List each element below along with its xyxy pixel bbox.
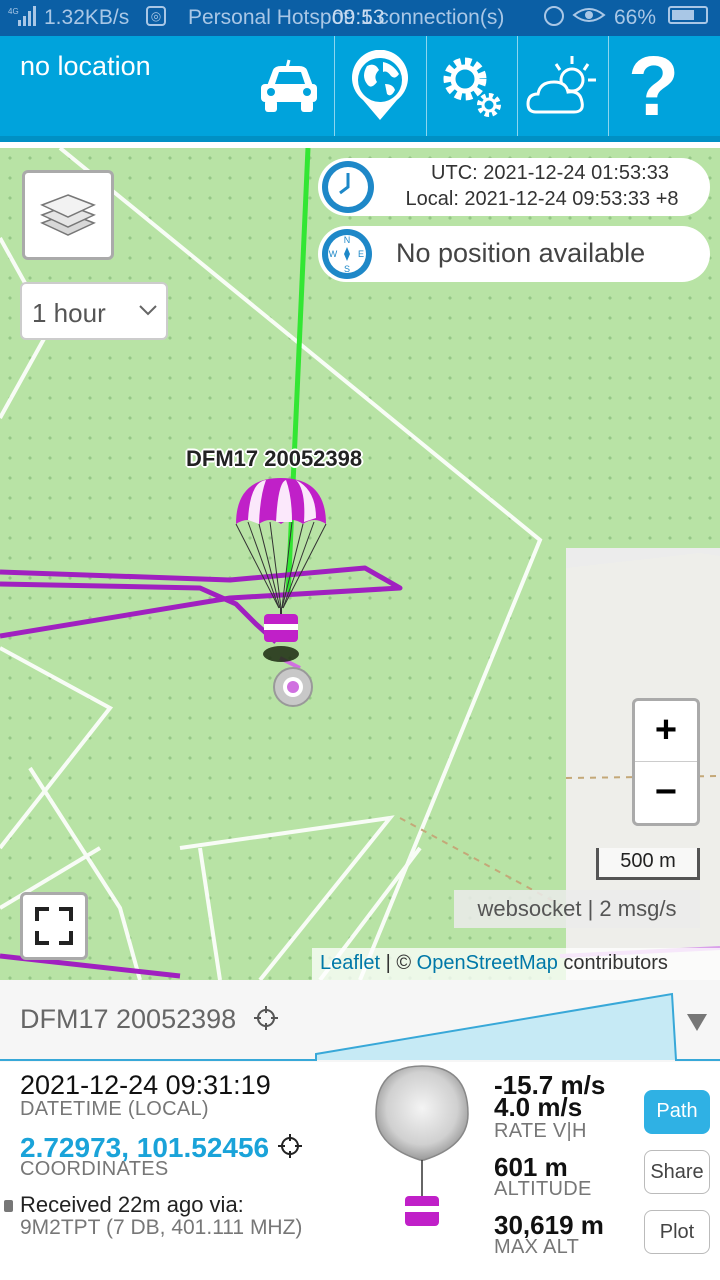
clock-panel: UTC: 2021-12-24 01:53:33 Local: 2021-12-… bbox=[318, 158, 710, 216]
car-icon bbox=[261, 59, 317, 112]
help-button[interactable]: ? bbox=[608, 36, 698, 136]
receiver-details: 9M2TPT (7 DB, 401.111 MHZ) bbox=[20, 1216, 303, 1239]
crosshair-icon[interactable] bbox=[254, 1006, 278, 1030]
altitude-label: ALTITUDE bbox=[494, 1178, 592, 1200]
chevron-down-icon bbox=[139, 305, 157, 316]
compass-icon: N S W E bbox=[322, 229, 372, 279]
app-header: no location ? bbox=[0, 36, 720, 142]
chase-car-button[interactable] bbox=[244, 36, 334, 136]
location-status[interactable]: no location bbox=[20, 50, 170, 82]
layers-icon bbox=[40, 194, 96, 236]
layers-button[interactable] bbox=[22, 170, 114, 260]
attribution-suffix: contributors bbox=[557, 952, 668, 974]
sonde-name: DFM17 20052398 bbox=[20, 1004, 237, 1034]
weather-icon bbox=[525, 56, 596, 114]
parachute-marker-icon[interactable] bbox=[226, 476, 336, 666]
clock-icon bbox=[322, 161, 374, 213]
eye-icon bbox=[572, 8, 606, 22]
svg-text:W: W bbox=[329, 249, 338, 259]
battery-percent: 66% bbox=[614, 6, 657, 29]
sonde-details: 2021-12-24 09:31:19 DATETIME (LOCAL) 2.7… bbox=[0, 1062, 720, 1280]
coordinates-label: COORDINATES bbox=[20, 1158, 169, 1180]
osm-link[interactable]: OpenStreetMap bbox=[417, 952, 558, 974]
svg-text:N: N bbox=[344, 235, 351, 245]
clock-time: 09:53 bbox=[332, 6, 385, 29]
fullscreen-icon bbox=[35, 907, 73, 945]
utc-time: UTC: 2021-12-24 01:53:33 bbox=[431, 162, 669, 184]
local-time: Local: 2021-12-24 09:53:33 +8 bbox=[405, 188, 679, 210]
alarm-icon bbox=[544, 6, 564, 26]
globe-pin-icon bbox=[351, 50, 408, 120]
vpn-icon: ◎ bbox=[146, 6, 166, 26]
plot-button[interactable]: Plot bbox=[644, 1210, 710, 1254]
collapse-triangle-icon[interactable] bbox=[686, 1012, 708, 1032]
battery-icon bbox=[668, 6, 708, 24]
map-scale: 500 m bbox=[596, 848, 700, 880]
question-icon: ? bbox=[627, 38, 680, 133]
sonde-marker-label: DFM17 20052398 bbox=[186, 446, 363, 471]
gear-icon bbox=[443, 57, 501, 117]
position-panel: N S W E No position available bbox=[318, 226, 710, 282]
fullscreen-button[interactable] bbox=[20, 892, 88, 960]
max-altitude-label: MAX ALT bbox=[494, 1236, 580, 1258]
crosshair-icon[interactable] bbox=[278, 1134, 302, 1158]
position-status: No position available bbox=[396, 238, 646, 268]
landing-target-icon[interactable] bbox=[272, 666, 314, 708]
received-info: Received 22m ago via: bbox=[20, 1192, 244, 1217]
rate-label: RATE V|H bbox=[494, 1120, 587, 1142]
zoom-in-button[interactable]: + bbox=[635, 701, 697, 762]
time-range-value: 1 hour bbox=[32, 298, 106, 328]
sonde-panel: DFM17 20052398 2021-12-24 09:31:19 DATET… bbox=[0, 980, 720, 1280]
datetime-label: DATETIME (LOCAL) bbox=[20, 1098, 209, 1120]
share-button[interactable]: Share bbox=[644, 1150, 710, 1194]
app-root: 4G 1.32KB/s ◎ Personal Hotspot: 1 connec… bbox=[0, 0, 720, 1280]
settings-button[interactable] bbox=[426, 36, 516, 136]
weather-button[interactable] bbox=[517, 36, 607, 136]
balloon-icon bbox=[375, 1065, 469, 1226]
map-globe-button[interactable] bbox=[334, 36, 424, 136]
path-button[interactable]: Path bbox=[644, 1090, 710, 1134]
network-speed: 1.32KB/s bbox=[44, 6, 130, 29]
svg-text:E: E bbox=[358, 249, 364, 259]
map-view[interactable]: 1 hour UTC: 2021-12-24 01:53:33 Local: 2… bbox=[0, 148, 720, 980]
status-bar: 4G 1.32KB/s ◎ Personal Hotspot: 1 connec… bbox=[0, 0, 720, 36]
network-type: 4G bbox=[8, 7, 19, 16]
receiver-indicator-icon bbox=[4, 1200, 13, 1212]
horizontal-rate: 4.0 m/s bbox=[494, 1092, 583, 1122]
svg-text:S: S bbox=[344, 264, 350, 274]
sonde-datetime: 2021-12-24 09:31:19 bbox=[20, 1070, 271, 1100]
time-range-select[interactable]: 1 hour bbox=[20, 282, 168, 340]
map-attribution: Leaflet | © OpenStreetMap contributors bbox=[312, 948, 720, 980]
websocket-status: websocket | 2 msg/s bbox=[454, 890, 700, 928]
signal-icon: 4G bbox=[8, 6, 36, 26]
attribution-separator: | © bbox=[380, 952, 417, 974]
sonde-panel-header[interactable]: DFM17 20052398 bbox=[0, 980, 720, 1062]
leaflet-link[interactable]: Leaflet bbox=[320, 952, 380, 974]
zoom-control: + − bbox=[632, 698, 700, 826]
zoom-out-button[interactable]: − bbox=[635, 763, 697, 824]
